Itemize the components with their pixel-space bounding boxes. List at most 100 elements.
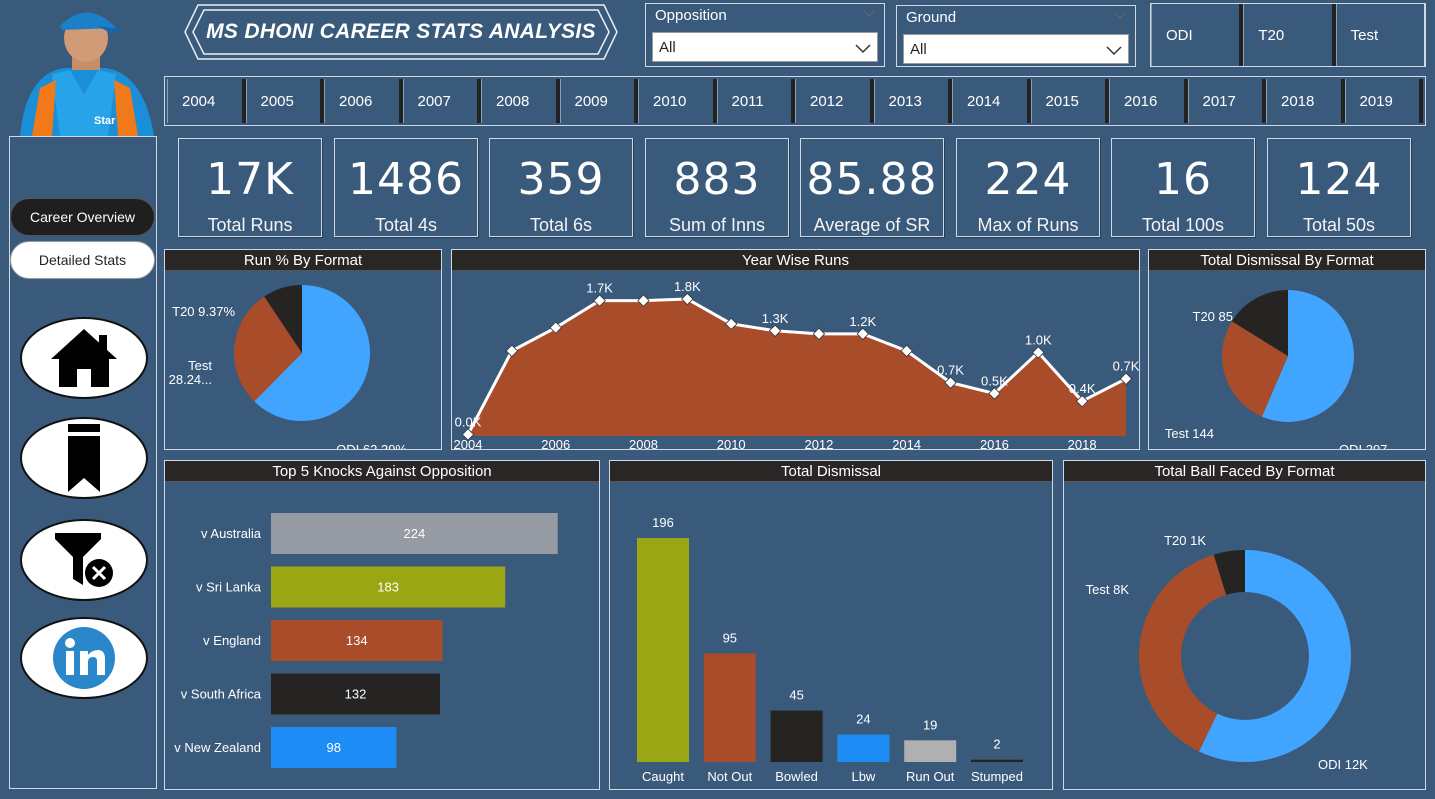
year-wise-runs-area-chart[interactable]: 0.0K 1.7K 1.8K 1.3K 1.2K 0.7K 0.5K 1.0K 0.4K 0.7K…: [452, 271, 1139, 449]
category-label: Not Out: [707, 769, 752, 784]
top-knocks-bar-chart[interactable]: 224 v Australia 183 v Sri Lanka 134 v England…: [165, 482, 599, 789]
kpi-value: 224: [984, 154, 1072, 205]
ground-label: Ground: [906, 9, 957, 26]
category-label: Bowled: [775, 769, 818, 784]
kpi-card-total-runs: 17K Total Runs: [178, 138, 322, 237]
year-button[interactable]: 2007: [402, 79, 481, 123]
year-button[interactable]: 2005: [245, 79, 324, 123]
opposition-slicer[interactable]: Opposition All: [645, 3, 885, 67]
run-pct-pie-chart[interactable]: ODI 62.39% Test28.24... T20 9.37%: [165, 271, 441, 449]
ball-faced-donut-chart[interactable]: ODI 12K Test 8K T20 1K: [1064, 482, 1425, 789]
year-button[interactable]: 2004: [167, 79, 246, 123]
bar-value-label: 19: [923, 717, 937, 732]
top-knocks-card: Top 5 Knocks Against Opposition 224 v Aus…: [164, 460, 600, 790]
year-button[interactable]: 2009: [559, 79, 638, 123]
format-slicer: ODI T20 Test: [1150, 3, 1426, 67]
linkedin-button[interactable]: [20, 617, 148, 699]
bar-value-label: 95: [723, 630, 737, 645]
format-button-t20[interactable]: T20: [1243, 4, 1336, 66]
bar-value-label: 183: [377, 580, 399, 595]
home-button[interactable]: [20, 317, 148, 399]
year-button[interactable]: 2015: [1030, 79, 1109, 123]
bar-value-label: 2: [993, 737, 1000, 752]
x-tick-label: 2008: [629, 437, 658, 449]
chart-title: Year Wise Runs: [452, 250, 1139, 271]
kpi-card-average-sr: 85.88 Average of SR: [800, 138, 944, 237]
ball-faced-by-format-card: Total Ball Faced By Format ODI 12K Test 8…: [1063, 460, 1426, 790]
data-label: 0.5K: [981, 373, 1008, 388]
slice-label: Test 8K: [1086, 582, 1130, 597]
dropdown-arrow-icon: [855, 44, 871, 54]
x-tick-label: 2006: [541, 437, 570, 449]
slice-label: T20 85: [1193, 309, 1233, 324]
dismissal-by-format-card: Total Dismissal By Format ODI 297 Test 14…: [1148, 249, 1426, 450]
ground-dropdown[interactable]: All: [903, 34, 1129, 64]
home-icon: [51, 329, 117, 387]
pie-slice-test: [1139, 554, 1227, 752]
x-tick-label: 2014: [892, 437, 921, 449]
dashboard-title-banner: MS DHONI CAREER STATS ANALYSIS: [182, 2, 620, 62]
bar-value-label: 224: [404, 526, 426, 541]
page-title: MS DHONI CAREER STATS ANALYSIS: [206, 20, 596, 43]
kpi-value: 16: [1154, 154, 1212, 205]
x-tick-label: 2016: [980, 437, 1009, 449]
data-label: 0.7K: [1113, 359, 1139, 374]
svg-text:Star: Star: [94, 115, 116, 127]
career-overview-button[interactable]: Career Overview: [10, 198, 155, 236]
category-label: Run Out: [906, 769, 955, 784]
category-label: Stumped: [971, 769, 1023, 784]
chevron-down-icon[interactable]: [1113, 9, 1127, 23]
data-label: 1.7K: [586, 281, 613, 296]
opposition-dropdown[interactable]: All: [652, 32, 878, 62]
x-tick-label: 2004: [454, 437, 483, 449]
year-button[interactable]: 2013: [873, 79, 952, 123]
bar: [703, 653, 756, 762]
chart-title: Total Ball Faced By Format: [1064, 461, 1425, 482]
format-button-test[interactable]: Test: [1335, 4, 1425, 66]
category-label: v Australia: [201, 526, 262, 541]
category-label: Caught: [642, 769, 684, 784]
kpi-value: 359: [517, 154, 605, 205]
clear-filter-button[interactable]: [20, 519, 148, 601]
chevron-down-icon[interactable]: [862, 7, 876, 21]
kpi-value: 883: [673, 154, 761, 205]
year-button[interactable]: 2017: [1187, 79, 1266, 123]
year-button[interactable]: 2019: [1344, 79, 1423, 123]
data-label: 1.8K: [674, 279, 701, 294]
kpi-value: 124: [1295, 154, 1383, 205]
format-button-odi[interactable]: ODI: [1151, 4, 1244, 66]
kpi-label: Average of SR: [813, 215, 931, 235]
year-button[interactable]: 2008: [481, 79, 560, 123]
year-button[interactable]: 2012: [795, 79, 874, 123]
dropdown-arrow-icon: [1106, 46, 1122, 56]
detailed-stats-button[interactable]: Detailed Stats: [10, 241, 155, 279]
kpi-label: Total Runs: [207, 215, 293, 235]
ground-slicer[interactable]: Ground All: [896, 5, 1136, 67]
total-dismissal-bar-chart[interactable]: 196 Caught 95 Not Out 45 Bowled 24 Lbw 19 Run Out…: [610, 482, 1052, 789]
slice-label: T20 1K: [1164, 533, 1206, 548]
slice-label: ODI 12K: [1318, 757, 1368, 772]
bar: [837, 734, 890, 762]
x-tick-label: 2012: [804, 437, 833, 449]
bar-value-label: 98: [326, 740, 340, 755]
slice-label: ODI 62.39%: [336, 442, 407, 449]
bar-value-label: 45: [789, 688, 803, 703]
year-button[interactable]: 2010: [638, 79, 717, 123]
x-tick-label: 2010: [717, 437, 746, 449]
kpi-label: Total 6s: [529, 215, 593, 235]
year-button[interactable]: 2014: [952, 79, 1031, 123]
year-button[interactable]: 2011: [716, 79, 795, 123]
slice-label: T20 9.37%: [172, 304, 235, 319]
year-button[interactable]: 2006: [324, 79, 403, 123]
total-dismissal-card: Total Dismissal 196 Caught 95 Not Out 45 Bowl…: [609, 460, 1053, 790]
year-button[interactable]: 2016: [1109, 79, 1188, 123]
navigation-panel: Career Overview Detailed Stats: [9, 136, 157, 789]
data-label: 0.4K: [1069, 381, 1096, 396]
dismissal-by-format-pie-chart[interactable]: ODI 297 Test 144 T20 85: [1149, 271, 1425, 449]
bookmark-button[interactable]: [20, 417, 148, 499]
clear-filter-icon: [55, 533, 113, 587]
year-button[interactable]: 2018: [1266, 79, 1345, 123]
chart-title: Top 5 Knocks Against Opposition: [165, 461, 599, 482]
kpi-card-total-50s: 124 Total 50s: [1267, 138, 1411, 237]
bar-value-label: 24: [856, 712, 870, 727]
